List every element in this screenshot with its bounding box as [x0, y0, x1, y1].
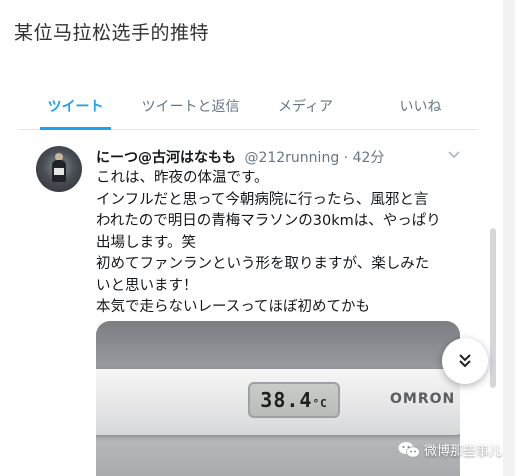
display-name[interactable]: にーつ@古河はなもも [96, 150, 236, 166]
tweet-line: 本気で走らないレースってほぼ初めてかも [96, 299, 371, 315]
watermark-text: 微博那些事儿 [424, 444, 503, 459]
tweet-line: 出場します。笑 [96, 234, 197, 251]
tab-tweets[interactable]: ツイート [18, 88, 133, 130]
header-separator: · [343, 150, 349, 166]
page-scrollbar[interactable] [503, 0, 515, 476]
scroll-down-button[interactable] [442, 338, 488, 384]
article-title: 某位马拉松选手的推特 [14, 22, 210, 44]
tweet-text: これは、昨夜の体温です。 インフルだと思って今朝病院に行ったら、風邪と言 われた… [96, 168, 468, 319]
thermometer-unit: °C [312, 397, 328, 410]
wechat-icon [398, 441, 420, 457]
tweet-line: インフルだと思って今朝病院に行ったら、風邪と言 [96, 191, 429, 208]
tweet-line: いと思います！ [96, 277, 198, 294]
chevron-down-icon[interactable] [448, 151, 460, 159]
avatar-runner-bib [54, 168, 64, 175]
thermometer-display: 38.4°C [248, 382, 340, 418]
profile-tabs: ツイート ツイートと返信 メディア いいね [18, 88, 478, 130]
avatar[interactable] [36, 146, 82, 192]
tweet-line: われたので明日の青梅マラソンの30kmは、やっぱり [96, 213, 441, 229]
tweet[interactable]: にーつ@古河はなもも @212running · 42分 これは、昨夜の体温です… [18, 131, 478, 476]
tweet-line: これは、昨夜の体温です。 [96, 170, 269, 186]
user-handle[interactable]: @212running [244, 150, 339, 166]
thermometer-brand: OMRON [390, 391, 456, 407]
tweet-timestamp[interactable]: 42分 [353, 150, 385, 166]
watermark: 微博那些事儿 [398, 440, 502, 459]
timeline-scrollbar[interactable] [490, 228, 496, 388]
twitter-profile-screen: ツイート ツイートと返信 メディア いいね にーつ@古河はなもも @212run… [18, 88, 496, 476]
tab-media[interactable]: メディア [248, 88, 363, 130]
tweet-line: 初めてファンランという形を取りますが、楽しみた [96, 256, 430, 272]
double-chevron-down-icon [459, 354, 471, 368]
thermometer-reading: 38.4 [260, 388, 313, 412]
tab-tweets-and-replies[interactable]: ツイートと返信 [133, 88, 248, 130]
tab-likes[interactable]: いいね [363, 88, 478, 130]
tweet-header: にーつ@古河はなもも @212running · 42分 [96, 147, 384, 167]
